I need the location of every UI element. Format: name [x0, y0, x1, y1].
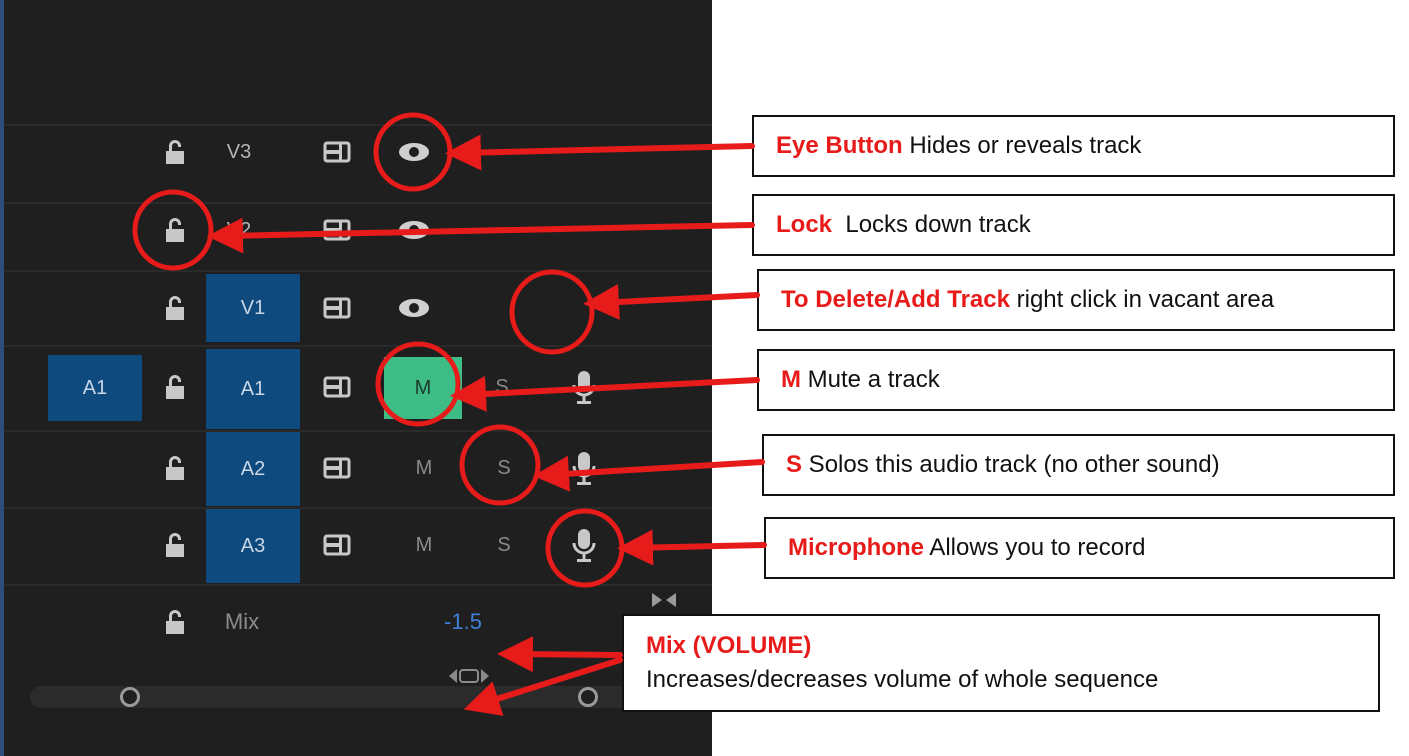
arrow-microphone: [617, 529, 767, 566]
highlight-circle-vacant-area: [509, 269, 595, 355]
highlight-circle-lock: [132, 189, 214, 271]
arrow-mix-value: [497, 636, 623, 673]
highlight-circle-solo: [459, 424, 541, 506]
highlight-circle-eye: [373, 112, 453, 192]
highlight-circle-microphone: [545, 508, 625, 588]
arrow-mix-scrollbar: [463, 657, 623, 716]
arrow-vacant-area: [583, 283, 760, 320]
arrow-mute: [450, 375, 760, 412]
arrow-solo: [533, 455, 765, 492]
arrow-lock: [207, 217, 755, 254]
highlight-circle-mute: [375, 341, 461, 427]
annotation-overlay: [132, 112, 767, 716]
arrow-eye: [445, 134, 755, 171]
